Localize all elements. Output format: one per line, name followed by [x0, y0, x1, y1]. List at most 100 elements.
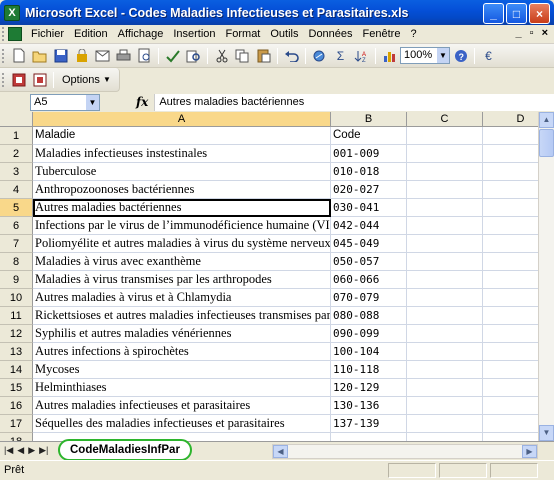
- cell-b1[interactable]: Code: [331, 127, 407, 145]
- row-header[interactable]: 18: [0, 433, 33, 441]
- cell-b14[interactable]: 110-118: [331, 361, 407, 379]
- menu-help[interactable]: ?: [405, 28, 421, 40]
- toolbar-grip[interactable]: [2, 27, 5, 41]
- cell-a14[interactable]: Mycoses: [33, 361, 331, 379]
- insert-function-icon[interactable]: fx: [136, 95, 148, 109]
- formula-input[interactable]: Autres maladies bactériennes: [154, 93, 554, 111]
- cell-c13[interactable]: [407, 343, 483, 361]
- cell-d3[interactable]: [483, 163, 538, 181]
- cell-d13[interactable]: [483, 343, 538, 361]
- cell-c1[interactable]: [407, 127, 483, 145]
- pdf-icon[interactable]: [9, 70, 28, 89]
- menu-affichage[interactable]: Affichage: [113, 28, 169, 40]
- maximize-button[interactable]: □: [506, 3, 527, 24]
- cell-b7[interactable]: 045-049: [331, 235, 407, 253]
- cell-c14[interactable]: [407, 361, 483, 379]
- cell-b18[interactable]: [331, 433, 407, 441]
- toolbar-grip[interactable]: [2, 48, 5, 63]
- cell-c17[interactable]: [407, 415, 483, 433]
- toolbar-grip[interactable]: [2, 72, 5, 87]
- menu-donnees[interactable]: Données: [304, 28, 358, 40]
- permission-icon[interactable]: [72, 46, 91, 65]
- column-header-d[interactable]: D: [483, 112, 538, 127]
- menu-outils[interactable]: Outils: [265, 28, 303, 40]
- copy-icon[interactable]: [233, 46, 252, 65]
- row-header[interactable]: 13: [0, 343, 33, 361]
- menu-edition[interactable]: Edition: [69, 28, 113, 40]
- cell-b16[interactable]: 130-136: [331, 397, 407, 415]
- cell-d7[interactable]: [483, 235, 538, 253]
- vertical-scrollbar[interactable]: ▲ ▼: [538, 112, 554, 441]
- chevron-down-icon[interactable]: ▼: [437, 48, 449, 63]
- row-header[interactable]: 17: [0, 415, 33, 433]
- scroll-down-icon[interactable]: ▼: [539, 425, 554, 441]
- name-box[interactable]: A5 ▼: [30, 93, 100, 111]
- cell-a15[interactable]: Helminthiases: [33, 379, 331, 397]
- cell-a9[interactable]: Maladies à virus transmises par les arth…: [33, 271, 331, 289]
- cell-a5[interactable]: Autres maladies bactériennes: [33, 199, 331, 217]
- excel-app-icon[interactable]: X: [4, 4, 20, 21]
- close-button[interactable]: ×: [529, 3, 550, 24]
- minimize-button[interactable]: _: [483, 3, 504, 24]
- cell-d2[interactable]: [483, 145, 538, 163]
- cell-c9[interactable]: [407, 271, 483, 289]
- previous-sheet-icon[interactable]: ◀: [17, 445, 24, 456]
- cell-b13[interactable]: 100-104: [331, 343, 407, 361]
- cell-d17[interactable]: [483, 415, 538, 433]
- cell-d9[interactable]: [483, 271, 538, 289]
- spelling-icon[interactable]: [163, 46, 182, 65]
- cell-c7[interactable]: [407, 235, 483, 253]
- row-header[interactable]: 10: [0, 289, 33, 307]
- menu-insertion[interactable]: Insertion: [168, 28, 220, 40]
- cell-b4[interactable]: 020-027: [331, 181, 407, 199]
- cell-a2[interactable]: Maladies infectieuses instestinales: [33, 145, 331, 163]
- column-header-c[interactable]: C: [407, 112, 483, 127]
- print-icon[interactable]: [114, 46, 133, 65]
- cell-c5[interactable]: [407, 199, 483, 217]
- vertical-scroll-thumb[interactable]: [539, 129, 554, 157]
- cell-c3[interactable]: [407, 163, 483, 181]
- cell-d15[interactable]: [483, 379, 538, 397]
- cell-c16[interactable]: [407, 397, 483, 415]
- cell-b9[interactable]: 060-066: [331, 271, 407, 289]
- row-header[interactable]: 3: [0, 163, 33, 181]
- cell-a6[interactable]: Infections par le virus de l’immunodéfic…: [33, 217, 331, 235]
- menu-fenetre[interactable]: Fenêtre: [358, 28, 406, 40]
- cell-c4[interactable]: [407, 181, 483, 199]
- scroll-right-icon[interactable]: ▶: [522, 445, 537, 458]
- new-document-icon[interactable]: [9, 46, 28, 65]
- pdf-email-icon[interactable]: [30, 70, 49, 89]
- help-icon[interactable]: ?: [451, 46, 470, 65]
- cell-a7[interactable]: Poliomyélite et autres maladies à virus …: [33, 235, 331, 253]
- cell-b17[interactable]: 137-139: [331, 415, 407, 433]
- cell-b2[interactable]: 001-009: [331, 145, 407, 163]
- last-sheet-icon[interactable]: ▶|: [39, 445, 48, 456]
- cell-d16[interactable]: [483, 397, 538, 415]
- row-header[interactable]: 9: [0, 271, 33, 289]
- cell-a13[interactable]: Autres infections à spirochètes: [33, 343, 331, 361]
- sheet-tab-active[interactable]: CodeMaladiesInfPar: [58, 439, 192, 461]
- next-sheet-icon[interactable]: ▶: [28, 445, 35, 456]
- cell-d10[interactable]: [483, 289, 538, 307]
- row-header[interactable]: 5: [0, 199, 33, 217]
- cell-c11[interactable]: [407, 307, 483, 325]
- cell-b15[interactable]: 120-129: [331, 379, 407, 397]
- cell-a1[interactable]: Maladie: [33, 127, 331, 145]
- row-header[interactable]: 14: [0, 361, 33, 379]
- cell-d5[interactable]: [483, 199, 538, 217]
- cell-a16[interactable]: Autres maladies infectieuses et parasita…: [33, 397, 331, 415]
- row-header[interactable]: 1: [0, 127, 33, 145]
- column-header-a[interactable]: A: [33, 112, 331, 127]
- cell-b10[interactable]: 070-079: [331, 289, 407, 307]
- cut-icon[interactable]: [212, 46, 231, 65]
- column-header-b[interactable]: B: [331, 112, 407, 127]
- cell-c15[interactable]: [407, 379, 483, 397]
- workbook-minimize-button[interactable]: _: [516, 27, 522, 39]
- row-header[interactable]: 7: [0, 235, 33, 253]
- research-icon[interactable]: [184, 46, 203, 65]
- cell-c18[interactable]: [407, 433, 483, 441]
- cell-b3[interactable]: 010-018: [331, 163, 407, 181]
- hyperlink-icon[interactable]: [310, 46, 329, 65]
- cell-b11[interactable]: 080-088: [331, 307, 407, 325]
- sort-ascending-icon[interactable]: AZ: [352, 46, 371, 65]
